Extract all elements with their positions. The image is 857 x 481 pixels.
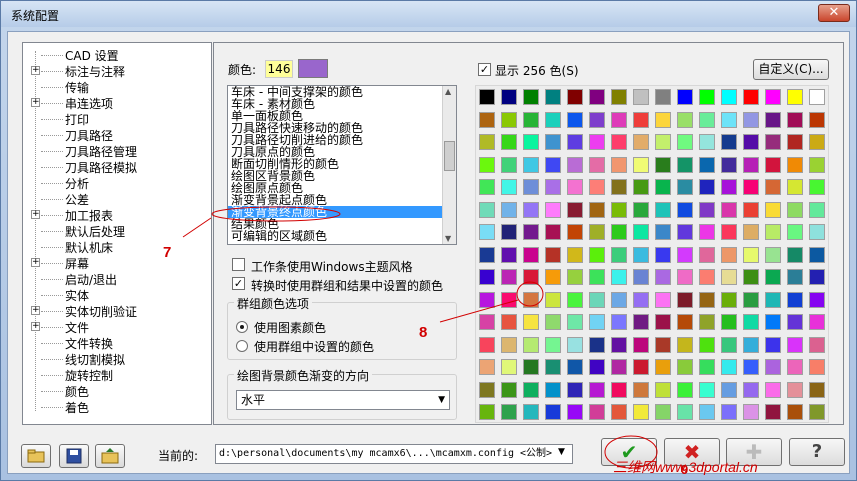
system-config-window: 系统配置 ✕ CAD 设置 + 标注与注释 传输 + 串连选项 打印 刀具路径 刀具路径管理 刀具… [0,0,857,481]
dialog-client: CAD 设置 + 标注与注释 传输 + 串连选项 打印 刀具路径 刀具路径管理 刀具路径模拟 分析公… [7,31,850,477]
watermark-text: 三维网www.3dportal.cn [613,459,758,475]
annotation-7: 7 [163,244,172,261]
close-button[interactable]: ✕ [818,4,850,22]
window-title: 系统配置 [11,9,60,23]
annotation-8: 8 [419,324,428,341]
annotation-overlay [182,206,658,469]
title-bar[interactable]: 系统配置 ✕ [1,1,856,27]
